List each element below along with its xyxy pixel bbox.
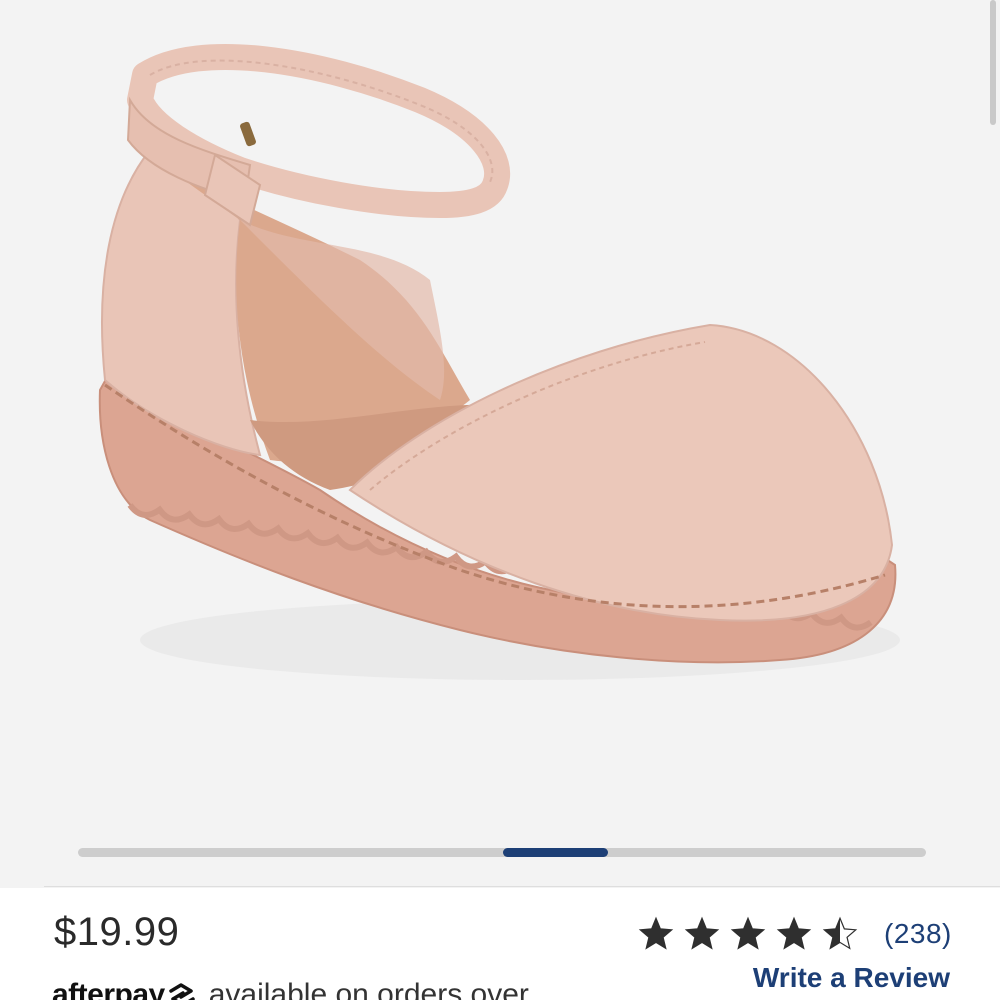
image-carousel-indicator[interactable] [503, 848, 608, 857]
star-icon [730, 916, 766, 950]
star-icon [638, 916, 674, 950]
star-icon [776, 916, 812, 950]
rating-stars [638, 916, 868, 952]
afterpay-message[interactable]: afterpay available on orders over [52, 978, 529, 1000]
product-image[interactable] [0, 0, 1000, 888]
section-divider [44, 886, 1000, 887]
product-rating[interactable]: (238) [638, 914, 952, 954]
write-review-link[interactable]: Write a Review [753, 962, 950, 994]
afterpay-arrows-icon [168, 983, 195, 1000]
afterpay-text: available on orders over [208, 978, 529, 1000]
afterpay-logo: afterpay [52, 978, 197, 1000]
shoe-illustration [98, 44, 900, 680]
afterpay-logo-text: afterpay [52, 978, 165, 1000]
product-price: $19.99 [54, 910, 180, 954]
review-count[interactable]: (238) [884, 918, 952, 950]
image-carousel-track[interactable] [78, 848, 926, 857]
page-scrollbar[interactable] [990, 0, 996, 125]
star-icon [822, 916, 858, 950]
star-icon [684, 916, 720, 950]
